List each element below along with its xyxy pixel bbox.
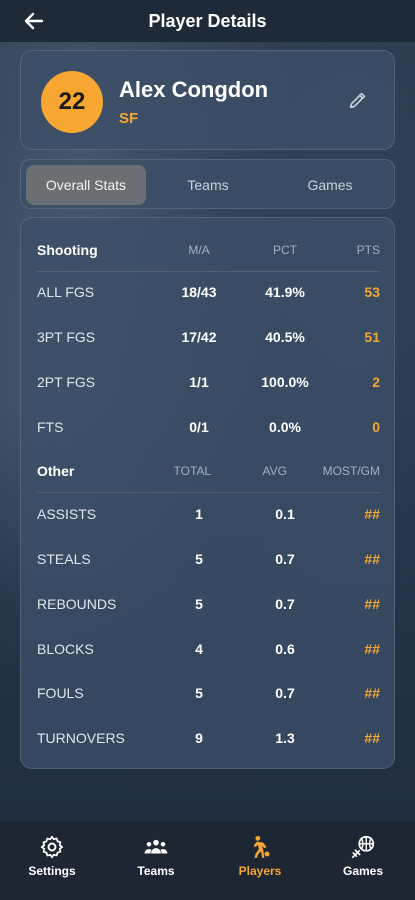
- nav-label: Games: [342, 864, 384, 878]
- edit-pencil-icon[interactable]: [347, 89, 369, 111]
- group-icon: [144, 839, 168, 854]
- stat-value: ##: [364, 551, 380, 567]
- stat-label: ALL FGS: [37, 284, 95, 300]
- stat-value: ##: [364, 730, 380, 746]
- column-header: MOST/GM: [322, 464, 380, 478]
- table-row: ALL FGS 18/43 41.9% 53: [37, 272, 380, 312]
- table-row: REBOUNDS 5 0.7 ##: [37, 584, 380, 624]
- stat-label: 2PT FGS: [37, 374, 96, 390]
- stat-label: TURNOVERS: [37, 730, 125, 746]
- tab-bar: Overall Stats Teams Games: [20, 159, 395, 209]
- column-header: Other: [37, 463, 75, 479]
- player-position: SF: [119, 110, 139, 127]
- table-row: BLOCKS 4 0.6 ##: [37, 629, 380, 669]
- stat-label: STEALS: [37, 551, 91, 567]
- stat-value: 1.3: [275, 730, 295, 746]
- stat-value: 4: [195, 641, 203, 657]
- nav-label: Settings: [28, 864, 76, 878]
- stat-value: 0: [372, 419, 380, 435]
- column-header: TOTAL: [173, 464, 212, 478]
- stat-value: 1: [195, 506, 203, 522]
- stat-value: ##: [364, 506, 380, 522]
- column-header: M/A: [188, 243, 210, 257]
- stat-value: 5: [195, 685, 203, 701]
- nav-players[interactable]: Players: [220, 834, 300, 878]
- stat-value: 0.1: [275, 506, 295, 522]
- nav-teams[interactable]: Teams: [116, 834, 196, 878]
- stat-label: BLOCKS: [37, 641, 94, 657]
- nav-label: Players: [238, 864, 282, 878]
- stat-value: 0.7: [275, 685, 295, 701]
- table-row: 2PT FGS 1/1 100.0% 2: [37, 362, 380, 402]
- stat-value: 1/1: [189, 374, 209, 390]
- stat-label: REBOUNDS: [37, 596, 117, 612]
- stat-value: ##: [364, 641, 380, 657]
- table-row: FTS 0/1 0.0% 0: [37, 407, 380, 447]
- stat-label: 3PT FGS: [37, 329, 96, 345]
- basketball-icon: [351, 835, 375, 859]
- stat-value: 0/1: [189, 419, 209, 435]
- stat-value: 5: [195, 551, 203, 567]
- shooting-header-row: Shooting M/A PCT PTS: [37, 230, 380, 272]
- table-row: STEALS 5 0.7 ##: [37, 539, 380, 579]
- column-header: AVG: [262, 464, 287, 478]
- stat-value: 51: [364, 329, 380, 345]
- tab-teams[interactable]: Teams: [148, 165, 268, 205]
- gear-icon: [40, 835, 64, 859]
- tab-overall-stats[interactable]: Overall Stats: [26, 165, 146, 205]
- nav-label: Teams: [137, 864, 175, 878]
- stat-label: ASSISTS: [37, 506, 97, 522]
- stat-value: 0.7: [275, 551, 295, 567]
- nav-games[interactable]: Games: [323, 834, 403, 878]
- tab-games[interactable]: Games: [270, 165, 390, 205]
- player-dribble-icon: [253, 835, 270, 858]
- bottom-nav: Settings Teams Players Games: [0, 822, 415, 900]
- stat-value: 0.6: [275, 641, 295, 657]
- stats-table: Shooting M/A PCT PTS ALL FGS 18/43 41.9%…: [20, 217, 395, 769]
- app-header: Player Details: [0, 0, 415, 42]
- stat-value: 40.5%: [265, 329, 305, 345]
- table-row: ASSISTS 1 0.1 ##: [37, 494, 380, 534]
- table-row: FOULS 5 0.7 ##: [37, 673, 380, 713]
- nav-settings[interactable]: Settings: [12, 834, 92, 878]
- stat-value: 53: [364, 284, 380, 300]
- column-header: Shooting: [37, 242, 98, 258]
- stat-value: 18/43: [181, 284, 217, 300]
- stat-value: 41.9%: [265, 284, 305, 300]
- stat-value: 0.0%: [269, 419, 301, 435]
- stat-value: 9: [195, 730, 203, 746]
- other-header-row: Other TOTAL AVG MOST/GM: [37, 451, 380, 493]
- stat-value: ##: [364, 685, 380, 701]
- page-title: Player Details: [148, 10, 267, 31]
- stat-value: 5: [195, 596, 203, 612]
- table-row: 3PT FGS 17/42 40.5% 51: [37, 317, 380, 357]
- stat-label: FTS: [37, 419, 64, 435]
- stat-value: 100.0%: [261, 374, 309, 390]
- stat-value: 0.7: [275, 596, 295, 612]
- column-header: PTS: [356, 243, 380, 257]
- stat-value: 17/42: [181, 329, 217, 345]
- jersey-number-badge: 22: [41, 71, 103, 133]
- column-header: PCT: [273, 243, 297, 257]
- table-row: TURNOVERS 9 1.3 ##: [37, 718, 380, 758]
- stat-label: FOULS: [37, 685, 84, 701]
- back-arrow-icon[interactable]: [22, 9, 46, 33]
- stat-value: 2: [372, 374, 380, 390]
- stat-value: ##: [364, 596, 380, 612]
- player-card: 22 Alex Congdon SF: [20, 50, 395, 150]
- player-name: Alex Congdon: [119, 77, 269, 102]
